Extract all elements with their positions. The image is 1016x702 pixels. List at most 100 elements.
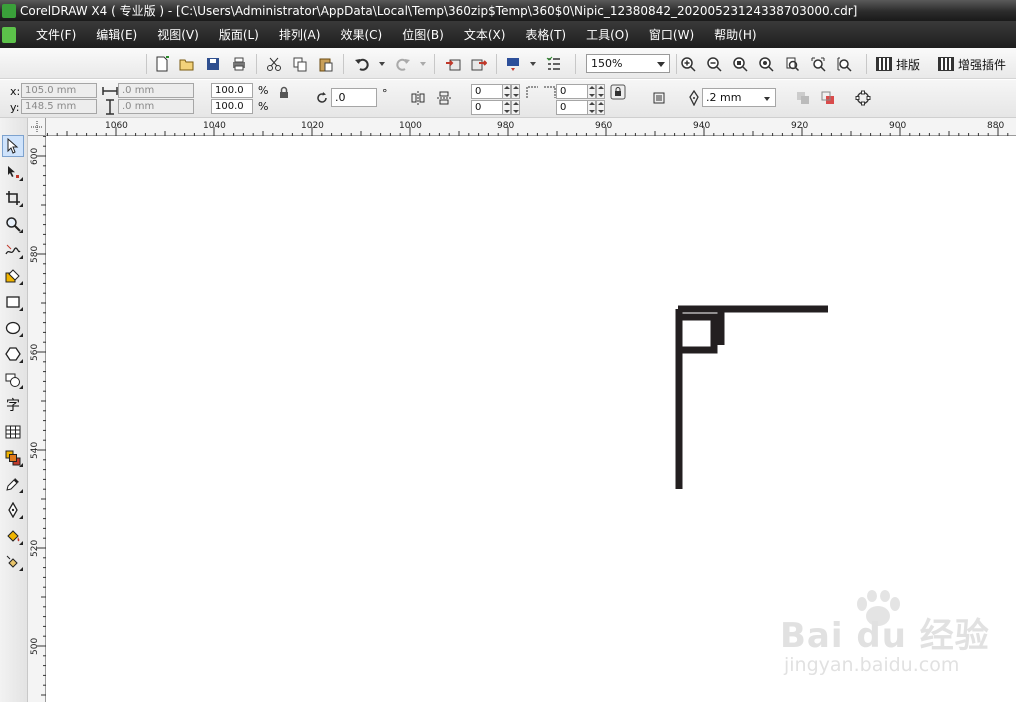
save-icon[interactable] bbox=[203, 54, 223, 74]
horizontal-ruler-label: 940 bbox=[693, 121, 710, 131]
lock-ratio-icon[interactable] bbox=[276, 85, 292, 101]
horizontal-ruler[interactable]: 1060 1040 1020 1000 980 960 940 920 900 880 bbox=[46, 118, 1016, 136]
shape-tool[interactable] bbox=[2, 161, 24, 183]
text-tool[interactable]: 字 bbox=[2, 395, 24, 417]
menu-table[interactable]: 表格(T) bbox=[515, 26, 576, 43]
zoom-to-all-icon[interactable] bbox=[756, 54, 776, 74]
zoom-tool[interactable] bbox=[2, 213, 24, 235]
spin-a1b-icon[interactable] bbox=[511, 84, 520, 99]
enhance-plugin-button[interactable]: 增强插件 bbox=[938, 54, 1006, 74]
menu-layout[interactable]: 版面(L) bbox=[209, 26, 269, 43]
layout-button[interactable]: 排版 bbox=[876, 54, 920, 74]
spin-a2-icon[interactable] bbox=[502, 100, 511, 115]
mirror-horizontal-icon[interactable] bbox=[410, 90, 426, 106]
y-position-field[interactable]: 148.5 mm bbox=[21, 99, 97, 114]
export-icon[interactable] bbox=[469, 54, 489, 74]
ellipse-tool[interactable] bbox=[2, 317, 24, 339]
ruler-origin[interactable] bbox=[28, 118, 46, 136]
vertical-ruler[interactable]: 600 580 560 540 520 500 bbox=[28, 136, 46, 702]
interactive-blend-tool[interactable] bbox=[2, 447, 24, 469]
import-icon[interactable] bbox=[443, 54, 463, 74]
basic-shapes-tool[interactable] bbox=[2, 369, 24, 391]
menu-edit[interactable]: 编辑(E) bbox=[86, 26, 147, 43]
table-tool[interactable] bbox=[2, 421, 24, 443]
interactive-fill-tool[interactable] bbox=[2, 551, 24, 573]
menu-view[interactable]: 视图(V) bbox=[147, 26, 209, 43]
spin-b2b-icon[interactable] bbox=[596, 100, 605, 115]
scale-y-field[interactable]: 100.0 bbox=[211, 99, 253, 114]
menu-bitmaps[interactable]: 位图(B) bbox=[392, 26, 454, 43]
horizontal-ruler-label: 1020 bbox=[301, 121, 324, 131]
freehand-tool[interactable] bbox=[2, 239, 24, 261]
zoom-to-width-icon[interactable] bbox=[808, 54, 828, 74]
eyedropper-tool[interactable] bbox=[2, 473, 24, 495]
menu-bar: 文件(F) 编辑(E) 视图(V) 版面(L) 排列(A) 效果(C) 位图(B… bbox=[0, 21, 1016, 48]
zoom-to-height-icon[interactable] bbox=[834, 54, 854, 74]
outline-dropdown-icon[interactable] bbox=[764, 97, 770, 101]
print-icon[interactable] bbox=[229, 54, 249, 74]
horizontal-ruler-label: 880 bbox=[987, 121, 1004, 131]
fill-tool[interactable] bbox=[2, 525, 24, 547]
position-b2-field[interactable]: 0 bbox=[556, 100, 588, 115]
width-field[interactable]: .0 mm bbox=[118, 83, 194, 98]
spin-a1-icon[interactable] bbox=[502, 84, 511, 99]
wrap-text-icon[interactable] bbox=[651, 90, 667, 106]
rotation-field[interactable]: .0 bbox=[331, 88, 377, 107]
pick-tool[interactable] bbox=[2, 135, 24, 157]
height-field[interactable]: .0 mm bbox=[118, 99, 194, 114]
smart-fill-tool[interactable] bbox=[2, 265, 24, 287]
polygon-tool[interactable] bbox=[2, 343, 24, 365]
x-position-field[interactable]: 105.0 mm bbox=[21, 83, 97, 98]
menu-effects[interactable]: 效果(C) bbox=[330, 26, 392, 43]
spin-b1-icon[interactable] bbox=[587, 84, 596, 99]
spin-b1b-icon[interactable] bbox=[596, 84, 605, 99]
undo-dropdown-icon[interactable] bbox=[379, 62, 385, 66]
outline-tool[interactable] bbox=[2, 499, 24, 521]
launcher-dropdown-icon[interactable] bbox=[530, 62, 536, 66]
menu-file[interactable]: 文件(F) bbox=[26, 26, 86, 43]
menu-window[interactable]: 窗口(W) bbox=[639, 26, 704, 43]
zoom-level-select[interactable]: 150% bbox=[586, 54, 670, 73]
zoom-to-selected-icon[interactable] bbox=[730, 54, 750, 74]
application-launcher-icon[interactable] bbox=[503, 54, 523, 74]
text-icon: 字 bbox=[6, 398, 20, 414]
copy-icon[interactable] bbox=[290, 54, 310, 74]
welcome-screen-icon[interactable] bbox=[544, 54, 564, 74]
horizontal-ruler-label: 920 bbox=[791, 121, 808, 131]
spin-b2-icon[interactable] bbox=[587, 100, 596, 115]
property-bar: x: y: 105.0 mm 148.5 mm .0 mm .0 mm 100.… bbox=[0, 80, 1016, 118]
document-icon[interactable] bbox=[2, 26, 16, 43]
menu-help[interactable]: 帮助(H) bbox=[704, 26, 766, 43]
menu-text[interactable]: 文本(X) bbox=[454, 26, 516, 43]
plugin-button-label: 增强插件 bbox=[958, 57, 1007, 72]
horizontal-ruler-label: 1060 bbox=[105, 121, 128, 131]
mirror-vertical-icon[interactable] bbox=[436, 90, 452, 106]
menu-tools[interactable]: 工具(O) bbox=[576, 26, 639, 43]
position-b1-field[interactable]: 0 bbox=[556, 84, 588, 99]
to-back-icon[interactable] bbox=[820, 90, 836, 106]
crop-tool[interactable] bbox=[2, 187, 24, 209]
spin-a2b-icon[interactable] bbox=[511, 100, 520, 115]
position-a1-field[interactable]: 0 bbox=[471, 84, 503, 99]
new-icon[interactable] bbox=[152, 54, 172, 74]
zoom-out-icon[interactable] bbox=[704, 54, 724, 74]
open-icon[interactable] bbox=[177, 54, 197, 74]
vertical-ruler-label: 600 bbox=[30, 148, 40, 165]
round-corners-lock-icon[interactable] bbox=[610, 84, 626, 100]
undo-icon[interactable] bbox=[352, 54, 372, 74]
cut-icon[interactable] bbox=[264, 54, 284, 74]
scale-x-field[interactable]: 100.0 bbox=[211, 83, 253, 98]
to-front-icon[interactable] bbox=[795, 90, 811, 106]
position-a2-field[interactable]: 0 bbox=[471, 100, 503, 115]
menu-arrange[interactable]: 排列(A) bbox=[269, 26, 331, 43]
vertical-ruler-label: 500 bbox=[30, 638, 40, 655]
width-icon bbox=[102, 83, 118, 99]
zoom-to-page-icon[interactable] bbox=[782, 54, 802, 74]
redo-icon[interactable] bbox=[393, 54, 413, 74]
rectangle-tool[interactable] bbox=[2, 291, 24, 313]
paste-icon[interactable] bbox=[316, 54, 336, 74]
zoom-in-icon[interactable] bbox=[678, 54, 698, 74]
redo-dropdown-icon[interactable] bbox=[420, 62, 426, 66]
zoom-level-value: 150% bbox=[591, 57, 623, 70]
convert-to-curves-icon[interactable] bbox=[855, 90, 871, 106]
